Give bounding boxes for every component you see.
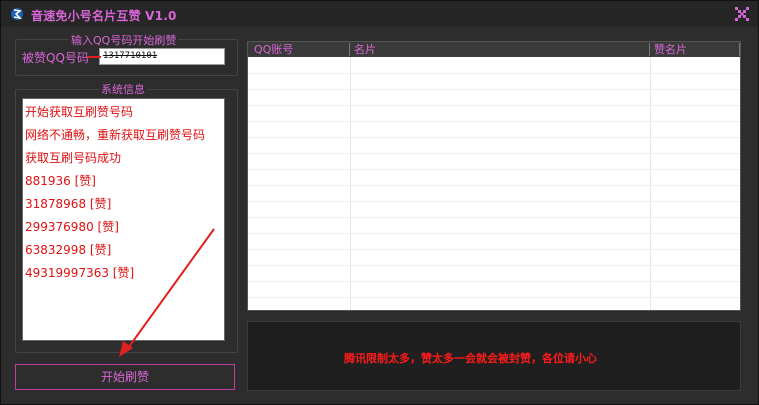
system-log[interactable]: 开始获取互刷赞号码 网络不通畅，重新获取互刷赞号码 获取互刷号码成功 88193… xyxy=(22,98,225,341)
title-bar[interactable]: 音速免小号名片互赞 V1.0 xyxy=(1,1,758,27)
table-header: QQ账号 名片 赞名片 xyxy=(248,42,740,57)
like-card-table[interactable]: QQ账号 名片 赞名片 xyxy=(247,41,741,311)
log-line: 49319997363 [赞] xyxy=(25,266,135,280)
log-line: 881936 [赞] xyxy=(25,174,96,188)
column-divider xyxy=(650,57,651,310)
log-line: 网络不通畅，重新获取互刷赞号码 xyxy=(25,128,206,142)
row-line xyxy=(248,281,740,282)
log-line: 63832998 [赞] xyxy=(25,243,112,257)
start-like-button[interactable]: 开始刷赞 xyxy=(15,364,235,390)
column-header-liked-card[interactable]: 赞名片 xyxy=(650,43,740,56)
row-line xyxy=(248,233,740,234)
row-line xyxy=(248,297,740,298)
notice-panel: 腾讯限制太多，赞太多一会就会被封赞，各位请小心 xyxy=(247,321,741,391)
log-line: 获取互刷号码成功 xyxy=(25,151,122,165)
app-window: 音速免小号名片互赞 V1.0 输入QQ号码开始刷赞 被赞QQ号码 1317710… xyxy=(0,0,759,405)
row-line xyxy=(248,153,740,154)
column-divider xyxy=(350,57,351,310)
column-header-qq[interactable]: QQ账号 xyxy=(250,43,350,56)
row-line xyxy=(248,89,740,90)
row-line xyxy=(248,137,740,138)
row-line xyxy=(248,265,740,266)
row-line xyxy=(248,105,740,106)
row-line xyxy=(248,169,740,170)
qq-number-input[interactable]: 1317710101 xyxy=(99,48,225,65)
window-title: 音速免小号名片互赞 V1.0 xyxy=(31,9,177,23)
close-icon[interactable] xyxy=(734,6,750,22)
qq-number-label: 被赞QQ号码 xyxy=(22,51,89,65)
row-line xyxy=(248,121,740,122)
row-line xyxy=(248,249,740,250)
row-line xyxy=(248,185,740,186)
log-line: 开始获取互刷赞号码 xyxy=(25,105,134,119)
column-header-card[interactable]: 名片 xyxy=(350,43,650,56)
row-line xyxy=(248,73,740,74)
app-logo-icon xyxy=(10,6,24,20)
log-line: 31878968 [赞] xyxy=(25,197,112,211)
row-line xyxy=(248,201,740,202)
qq-input-group-legend: 输入QQ号码开始刷赞 xyxy=(69,32,179,48)
system-info-legend: 系统信息 xyxy=(99,81,147,97)
log-line: 299376980 [赞] xyxy=(25,220,119,234)
row-line xyxy=(248,217,740,218)
warning-notice: 腾讯限制太多，赞太多一会就会被封赞，各位请小心 xyxy=(344,352,597,365)
